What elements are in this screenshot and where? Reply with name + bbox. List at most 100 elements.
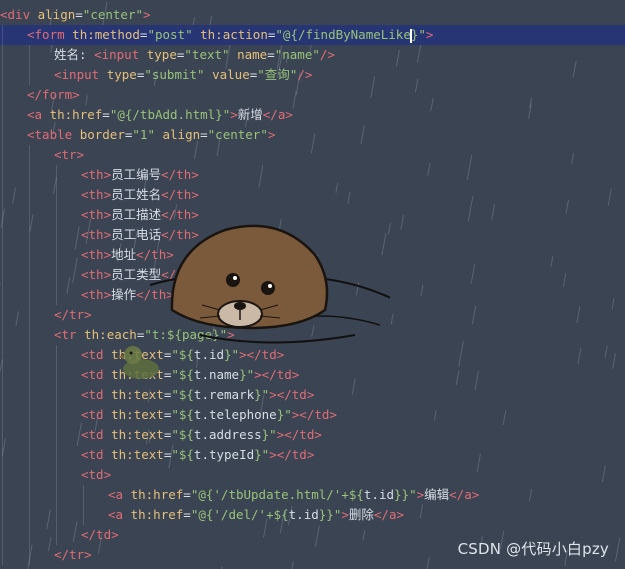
code-token: > <box>267 127 276 142</box>
code-token: < <box>108 487 116 502</box>
code-token: 删除 <box>348 507 374 522</box>
indent-guide <box>29 305 30 325</box>
code-token: < <box>81 407 89 422</box>
indent-guide <box>56 445 57 465</box>
code-line[interactable]: <input type="submit" value="查询"/> <box>0 65 625 85</box>
indent-guide <box>29 185 30 205</box>
indent-guide <box>29 205 30 225</box>
code-token: < <box>54 327 62 342</box>
code-line[interactable]: <tr> <box>0 145 625 165</box>
indent-guide <box>2 325 3 345</box>
csdn-watermark: CSDN @代码小白pzy <box>457 540 609 558</box>
indent-guide <box>56 365 57 385</box>
code-token: <tr> <box>54 147 85 162</box>
code-line[interactable]: <table border="1" align="center"> <box>0 125 625 145</box>
code-line[interactable]: <th>员工姓名</th> <box>0 185 625 205</box>
indent-guide <box>2 385 3 405</box>
code-token: value <box>204 67 250 82</box>
code-token: "${ <box>171 447 194 462</box>
code-line[interactable]: <a th:href="@{'/tbUpdate.html/'+${t.id}}… <box>0 485 625 505</box>
indent-guide <box>2 405 3 425</box>
code-token: < <box>0 7 8 22</box>
code-token: td <box>88 407 104 422</box>
indent-guide <box>29 425 30 445</box>
indent-guide <box>83 505 84 525</box>
code-token: t.id <box>363 487 395 502</box>
indent-guide <box>56 205 57 225</box>
code-token: > <box>416 487 425 502</box>
code-token: < <box>27 107 35 122</box>
indent-guide <box>56 525 57 545</box>
code-token: < <box>94 47 102 62</box>
code-line[interactable]: </form> <box>0 85 625 105</box>
indent-guide <box>2 225 3 245</box>
code-token: "@{'/tbUpdate.html/'+${ <box>190 487 364 502</box>
indent-guide <box>2 505 3 525</box>
code-token: </form> <box>27 87 80 102</box>
code-token: "text" <box>184 47 230 62</box>
code-token: a <box>34 107 43 122</box>
code-token: td <box>88 447 104 462</box>
indent-guide <box>29 505 30 525</box>
code-token: 员工编号 <box>111 167 162 182</box>
code-token: "center" <box>82 7 144 22</box>
code-token: form <box>34 27 65 42</box>
code-token: }" <box>254 447 270 462</box>
indent-guide <box>56 285 57 305</box>
code-token: </tr> <box>54 547 92 562</box>
code-line-current[interactable]: <form th:method="post" th:action="@{/fin… <box>0 25 625 45</box>
code-token: name <box>229 47 268 62</box>
indent-guide <box>2 345 3 365</box>
indent-guide <box>56 385 57 405</box>
code-token: <th> <box>81 287 112 302</box>
code-token: input <box>101 47 140 62</box>
code-token: </td> <box>81 527 119 542</box>
indent-guide <box>2 85 3 105</box>
code-line[interactable]: <th>员工编号</th> <box>0 165 625 185</box>
indent-guide <box>2 105 3 125</box>
indent-guide <box>29 285 30 305</box>
code-token: td <box>88 347 104 362</box>
code-token: "name" <box>274 47 320 62</box>
code-line[interactable]: <div align="center"> <box>0 5 625 25</box>
code-token: < <box>81 387 89 402</box>
code-line[interactable]: <td th:text="${t.typeId}"></td> <box>0 445 625 465</box>
indent-guide <box>2 545 3 565</box>
indent-guide <box>56 225 57 245</box>
code-token: "查询" <box>257 67 298 82</box>
indent-guide <box>2 25 3 45</box>
code-line[interactable]: 姓名: <input type="text" name="name"/> <box>0 45 625 65</box>
indent-guide <box>2 445 3 465</box>
code-token: t.address <box>193 427 262 442</box>
code-token: > <box>230 107 238 122</box>
indent-guide <box>56 485 57 505</box>
code-token: "1" <box>132 127 155 142</box>
indent-guide <box>56 185 57 205</box>
code-token: td <box>88 367 104 382</box>
code-token: tr <box>61 327 77 342</box>
code-token: /> <box>297 67 313 82</box>
indent-guide <box>29 265 30 285</box>
code-token: align <box>154 127 201 142</box>
indent-guide <box>2 165 3 185</box>
code-token: th:text <box>103 427 164 442</box>
code-token: <th> <box>81 167 112 182</box>
code-line[interactable]: <a th:href="@{/tbAdd.html}">新增</a> <box>0 105 625 125</box>
code-token: th:method <box>64 27 140 42</box>
indent-guide <box>2 185 3 205</box>
indent-guide <box>29 445 30 465</box>
code-token: </th> <box>161 187 199 202</box>
code-line[interactable]: <td> <box>0 465 625 485</box>
code-token: < <box>81 427 89 442</box>
code-token: <th> <box>81 227 112 242</box>
code-line[interactable]: <a th:href="@{'/del/'+${t.id}}">删除</a> <box>0 505 625 525</box>
code-token: > <box>341 507 349 522</box>
indent-guide <box>29 365 30 385</box>
indent-guide <box>29 45 30 65</box>
code-token: < <box>54 67 62 82</box>
indent-guide <box>29 485 30 505</box>
code-token: t.typeId <box>193 447 255 462</box>
indent-guide <box>2 65 3 85</box>
code-line[interactable]: <td th:text="${t.address}"></td> <box>0 425 625 445</box>
indent-guide <box>2 45 3 65</box>
